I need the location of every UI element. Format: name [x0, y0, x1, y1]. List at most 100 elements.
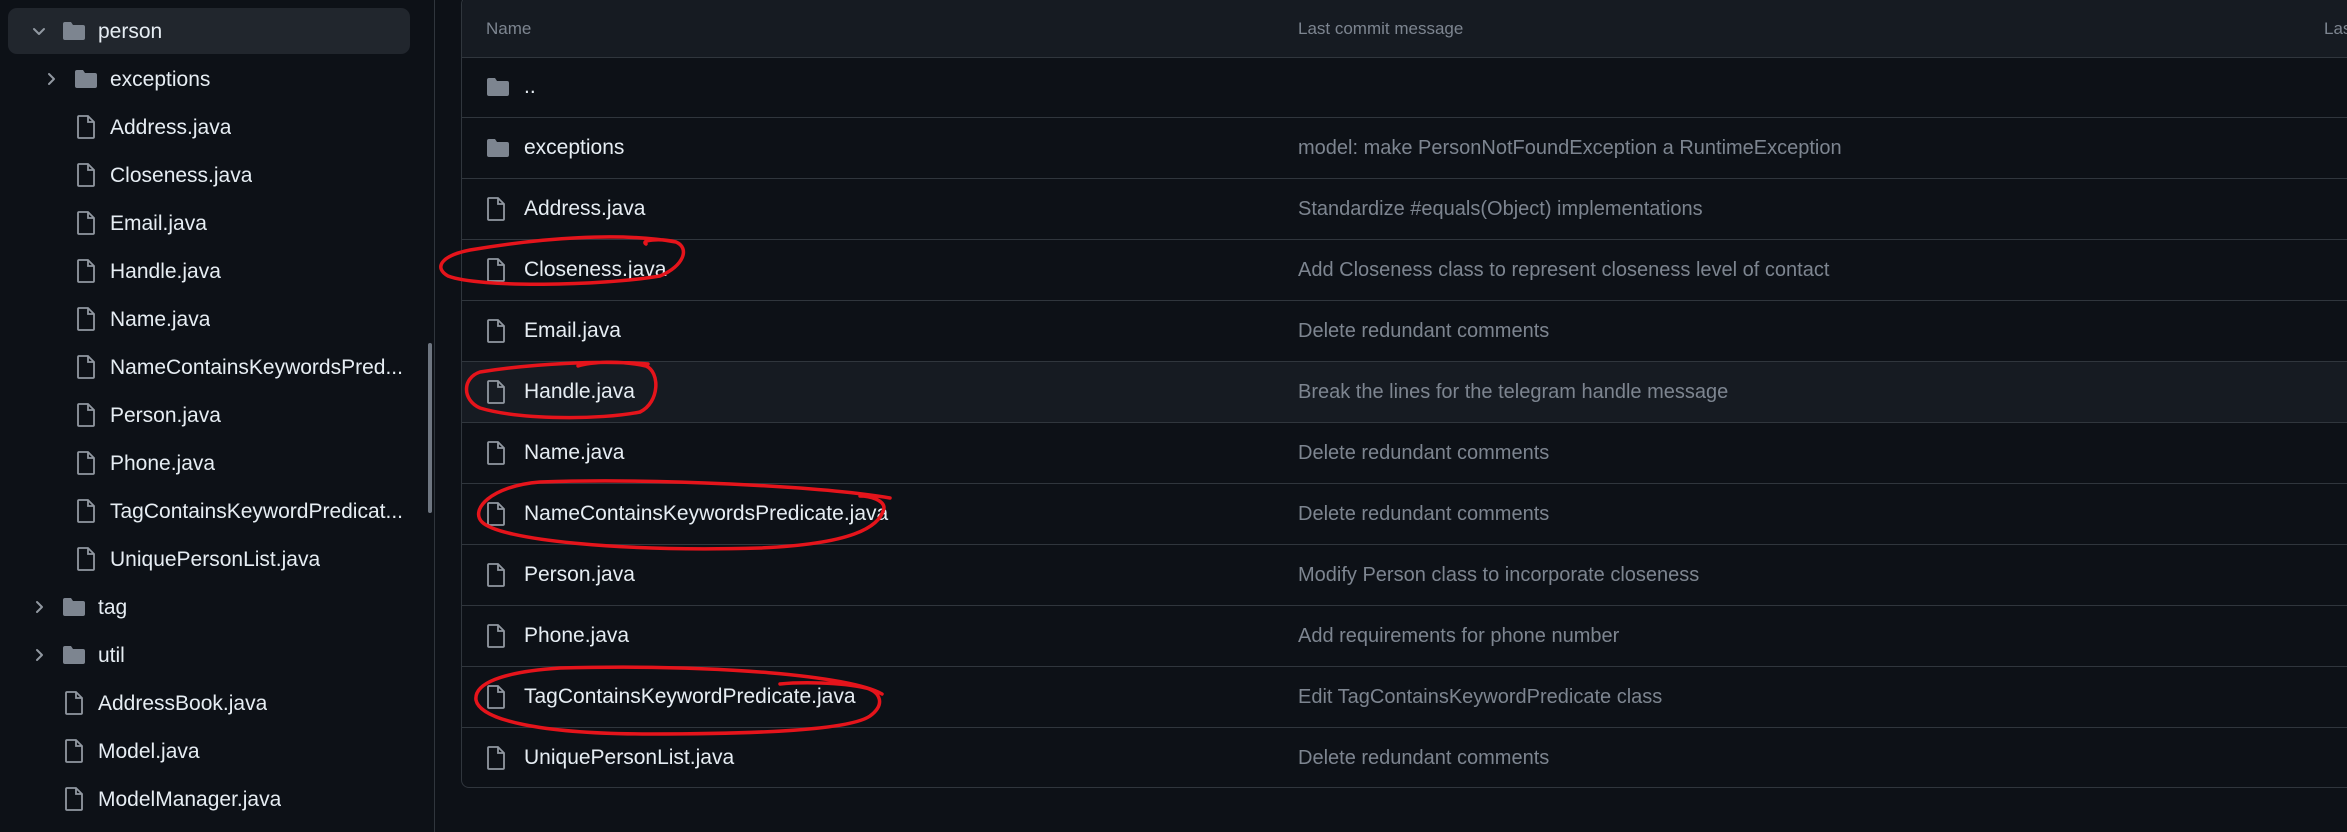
row-name-link[interactable]: Email.java [524, 319, 621, 343]
table-row[interactable]: Person.java Modify Person class to incor… [462, 545, 2347, 606]
tree-item-phone-java[interactable]: Phone.java [0, 440, 420, 486]
row-name-link[interactable]: NameContainsKeywordsPredicate.java [524, 502, 888, 526]
tree-item-label: Closeness.java [110, 164, 253, 187]
folder-icon [63, 646, 85, 664]
table-row[interactable]: UniquePersonList.java Delete redundant c… [462, 728, 2347, 788]
chevron-right-icon[interactable] [31, 599, 47, 615]
file-icon [77, 307, 95, 331]
tree-item-label: Email.java [110, 212, 207, 235]
row-name-link[interactable]: Closeness.java [524, 258, 666, 282]
tree-item-label: UniquePersonList.java [110, 548, 321, 571]
row-name-link[interactable]: Phone.java [524, 624, 629, 648]
column-header-name: Name [486, 19, 532, 38]
file-icon [77, 547, 95, 571]
row-name-link[interactable]: Address.java [524, 197, 645, 221]
table-row-parent-directory[interactable]: .. [462, 57, 2347, 118]
file-icon [77, 259, 95, 283]
sidebar-scrollbar[interactable] [428, 343, 432, 513]
row-name-link[interactable]: exceptions [524, 136, 624, 160]
file-icon [77, 451, 95, 475]
tree-item-label: NameContainsKeywordsPred... [110, 356, 403, 379]
tree-item-closeness-java[interactable]: Closeness.java [0, 152, 420, 198]
tree-item-person[interactable]: person [8, 8, 410, 54]
row-name-link[interactable]: UniquePersonList.java [524, 746, 734, 770]
tree-item-tagcontainskeywordpredicate-java[interactable]: TagContainsKeywordPredicat... [0, 488, 420, 534]
row-commit-message[interactable]: Delete redundant comments [1298, 747, 1549, 770]
folder-icon [487, 78, 509, 96]
row-commit-message[interactable]: Modify Person class to incorporate close… [1298, 564, 1699, 587]
table-row[interactable]: Handle.java Break the lines for the tele… [462, 362, 2347, 423]
table-row[interactable]: Name.java Delete redundant comments [462, 423, 2347, 484]
file-icon [487, 563, 505, 587]
tree-item-label: Phone.java [110, 452, 216, 475]
tree-item-exceptions[interactable]: exceptions [0, 56, 420, 102]
folder-icon [487, 139, 509, 157]
file-icon [487, 746, 505, 770]
tree-item-namecontainskeywordspredicate-java[interactable]: NameContainsKeywordsPred... [0, 344, 420, 390]
folder-icon [63, 22, 85, 40]
table-row[interactable]: Closeness.java Add Closeness class to re… [462, 240, 2347, 301]
tree-item-label: Handle.java [110, 260, 221, 283]
tree-item-label: Name.java [110, 308, 211, 331]
row-commit-message[interactable]: Break the lines for the telegram handle … [1298, 381, 1728, 404]
chevron-right-icon[interactable] [31, 647, 47, 663]
file-icon [77, 355, 95, 379]
tree-item-tag[interactable]: tag [0, 584, 420, 630]
tree-item-util[interactable]: util [0, 632, 420, 678]
tree-item-label: tag [98, 596, 128, 619]
row-commit-message[interactable]: Standardize #equals(Object) implementati… [1298, 198, 1703, 221]
row-commit-message[interactable]: Delete redundant comments [1298, 503, 1549, 526]
row-commit-message[interactable]: Delete redundant comments [1298, 442, 1549, 465]
file-icon [487, 319, 505, 343]
table-row[interactable]: Phone.java Add requirements for phone nu… [462, 606, 2347, 667]
file-icon [77, 163, 95, 187]
file-icon [487, 502, 505, 526]
row-name-link[interactable]: .. [524, 75, 536, 99]
tree-item-address-java[interactable]: Address.java [0, 104, 420, 150]
tree-item-modelmanager-java[interactable]: ModelManager.java [0, 776, 420, 822]
tree-item-person-java[interactable]: Person.java [0, 392, 420, 438]
tree-item-label: ModelManager.java [98, 788, 282, 811]
table-row[interactable]: TagContainsKeywordPredicate.java Edit Ta… [462, 667, 2347, 728]
file-icon [65, 787, 83, 811]
tree-item-label: AddressBook.java [98, 692, 268, 715]
tree-item-email-java[interactable]: Email.java [0, 200, 420, 246]
tree-item-label: TagContainsKeywordPredicat... [110, 500, 403, 523]
table-header: Name Last commit message Las [462, 0, 2347, 58]
row-commit-message[interactable]: Add Closeness class to represent closene… [1298, 259, 1829, 282]
tree-item-label: Address.java [110, 116, 232, 139]
table-row[interactable]: NameContainsKeywordsPredicate.java Delet… [462, 484, 2347, 545]
tree-item-label: Model.java [98, 740, 200, 763]
row-commit-message[interactable]: Edit TagContainsKeywordPredicate class [1298, 686, 1662, 709]
table-row[interactable]: Address.java Standardize #equals(Object)… [462, 179, 2347, 240]
row-commit-message[interactable]: model: make PersonNotFoundException a Ru… [1298, 137, 1842, 160]
chevron-down-icon[interactable] [31, 23, 47, 39]
row-name-link[interactable]: Name.java [524, 441, 624, 465]
tree-item-name-java[interactable]: Name.java [0, 296, 420, 342]
file-icon [77, 403, 95, 427]
row-commit-message[interactable]: Add requirements for phone number [1298, 625, 1619, 648]
file-icon [77, 499, 95, 523]
column-header-last-commit-date: Las [2324, 19, 2347, 38]
file-icon [487, 441, 505, 465]
file-icon [487, 258, 505, 282]
tree-item-addressbook-java[interactable]: AddressBook.java [0, 680, 420, 726]
row-name-link[interactable]: Person.java [524, 563, 635, 587]
row-name-link[interactable]: TagContainsKeywordPredicate.java [524, 685, 856, 709]
file-icon [77, 115, 95, 139]
table-row[interactable]: exceptions model: make PersonNotFoundExc… [462, 118, 2347, 179]
tree-item-model-java[interactable]: Model.java [0, 728, 420, 774]
tree-item-handle-java[interactable]: Handle.java [0, 248, 420, 294]
chevron-right-icon[interactable] [43, 71, 59, 87]
file-icon [77, 211, 95, 235]
file-icon [65, 691, 83, 715]
table-row[interactable]: Email.java Delete redundant comments [462, 301, 2347, 362]
row-commit-message[interactable]: Delete redundant comments [1298, 320, 1549, 343]
file-icon [487, 380, 505, 404]
row-name-link[interactable]: Handle.java [524, 380, 635, 404]
file-table: Name Last commit message Las .. exceptio… [461, 0, 2347, 788]
tree-item-uniquepersonlist-java[interactable]: UniquePersonList.java [0, 536, 420, 582]
tree-item-label: Person.java [110, 404, 221, 427]
folder-icon [63, 598, 85, 616]
file-icon [487, 685, 505, 709]
